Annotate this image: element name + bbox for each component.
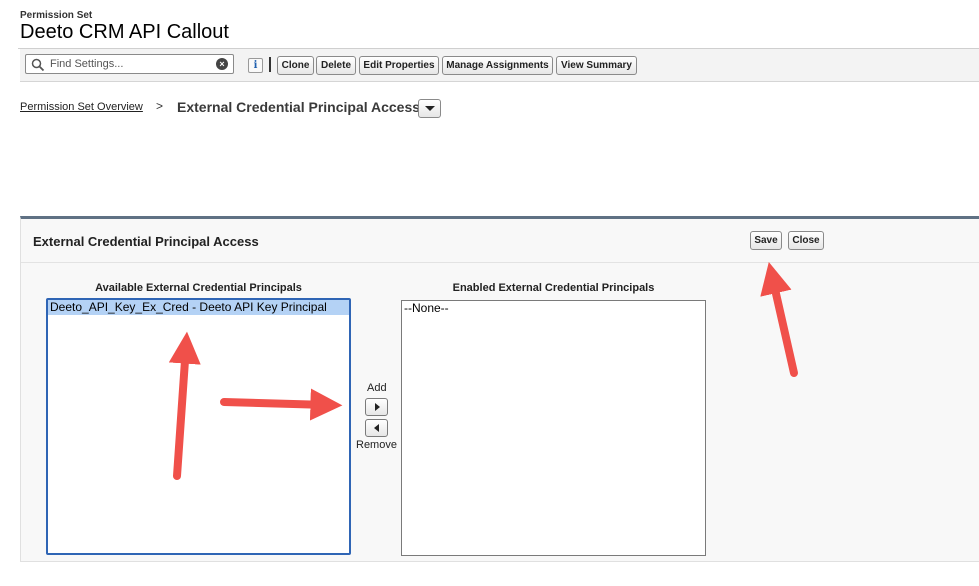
clone-button[interactable]: Clone [277,56,314,75]
toolbar-separator [269,57,271,72]
close-button[interactable]: Close [788,231,824,250]
enabled-principals-label: Enabled External Credential Principals [452,282,655,294]
page-subtitle: Permission Set [20,10,93,21]
delete-button[interactable]: Delete [316,56,356,75]
remove-button[interactable] [365,419,388,437]
search-input[interactable] [50,57,210,71]
list-item[interactable]: Deeto_API_Key_Ex_Cred - Deeto API Key Pr… [48,300,349,315]
toolbar: × i Clone Delete Edit Properties Manage … [20,49,979,82]
view-summary-button[interactable]: View Summary [556,56,637,75]
available-principals-listbox[interactable]: Deeto_API_Key_Ex_Cred - Deeto API Key Pr… [46,298,351,555]
arrow-right-icon [375,403,380,411]
panel-title: External Credential Principal Access [33,234,259,249]
add-button[interactable] [365,398,388,416]
search-icon [31,58,45,72]
list-item[interactable]: --None-- [402,301,705,316]
breadcrumb-separator: > [156,99,164,113]
enabled-principals-listbox[interactable]: --None-- [401,300,706,556]
arrow-left-icon [374,424,379,432]
breadcrumb-dropdown-button[interactable] [418,99,441,118]
edit-properties-button[interactable]: Edit Properties [359,56,439,75]
available-principals-label: Available External Credential Principals [95,282,302,294]
add-label: Add [367,382,387,394]
remove-label: Remove [356,439,397,451]
breadcrumb-current: External Credential Principal Access [177,99,421,115]
chevron-down-icon [425,106,435,111]
breadcrumb-overview-link[interactable]: Permission Set Overview [20,101,143,113]
manage-assignments-button[interactable]: Manage Assignments [442,56,553,75]
search-box[interactable]: × [25,54,234,74]
save-button[interactable]: Save [750,231,782,250]
panel-header: External Credential Principal Access Sav… [21,219,979,263]
clear-search-icon[interactable]: × [216,58,228,70]
info-icon[interactable]: i [248,58,263,73]
page-title: Deeto CRM API Callout [20,21,229,43]
principal-access-panel: External Credential Principal Access Sav… [20,216,979,562]
